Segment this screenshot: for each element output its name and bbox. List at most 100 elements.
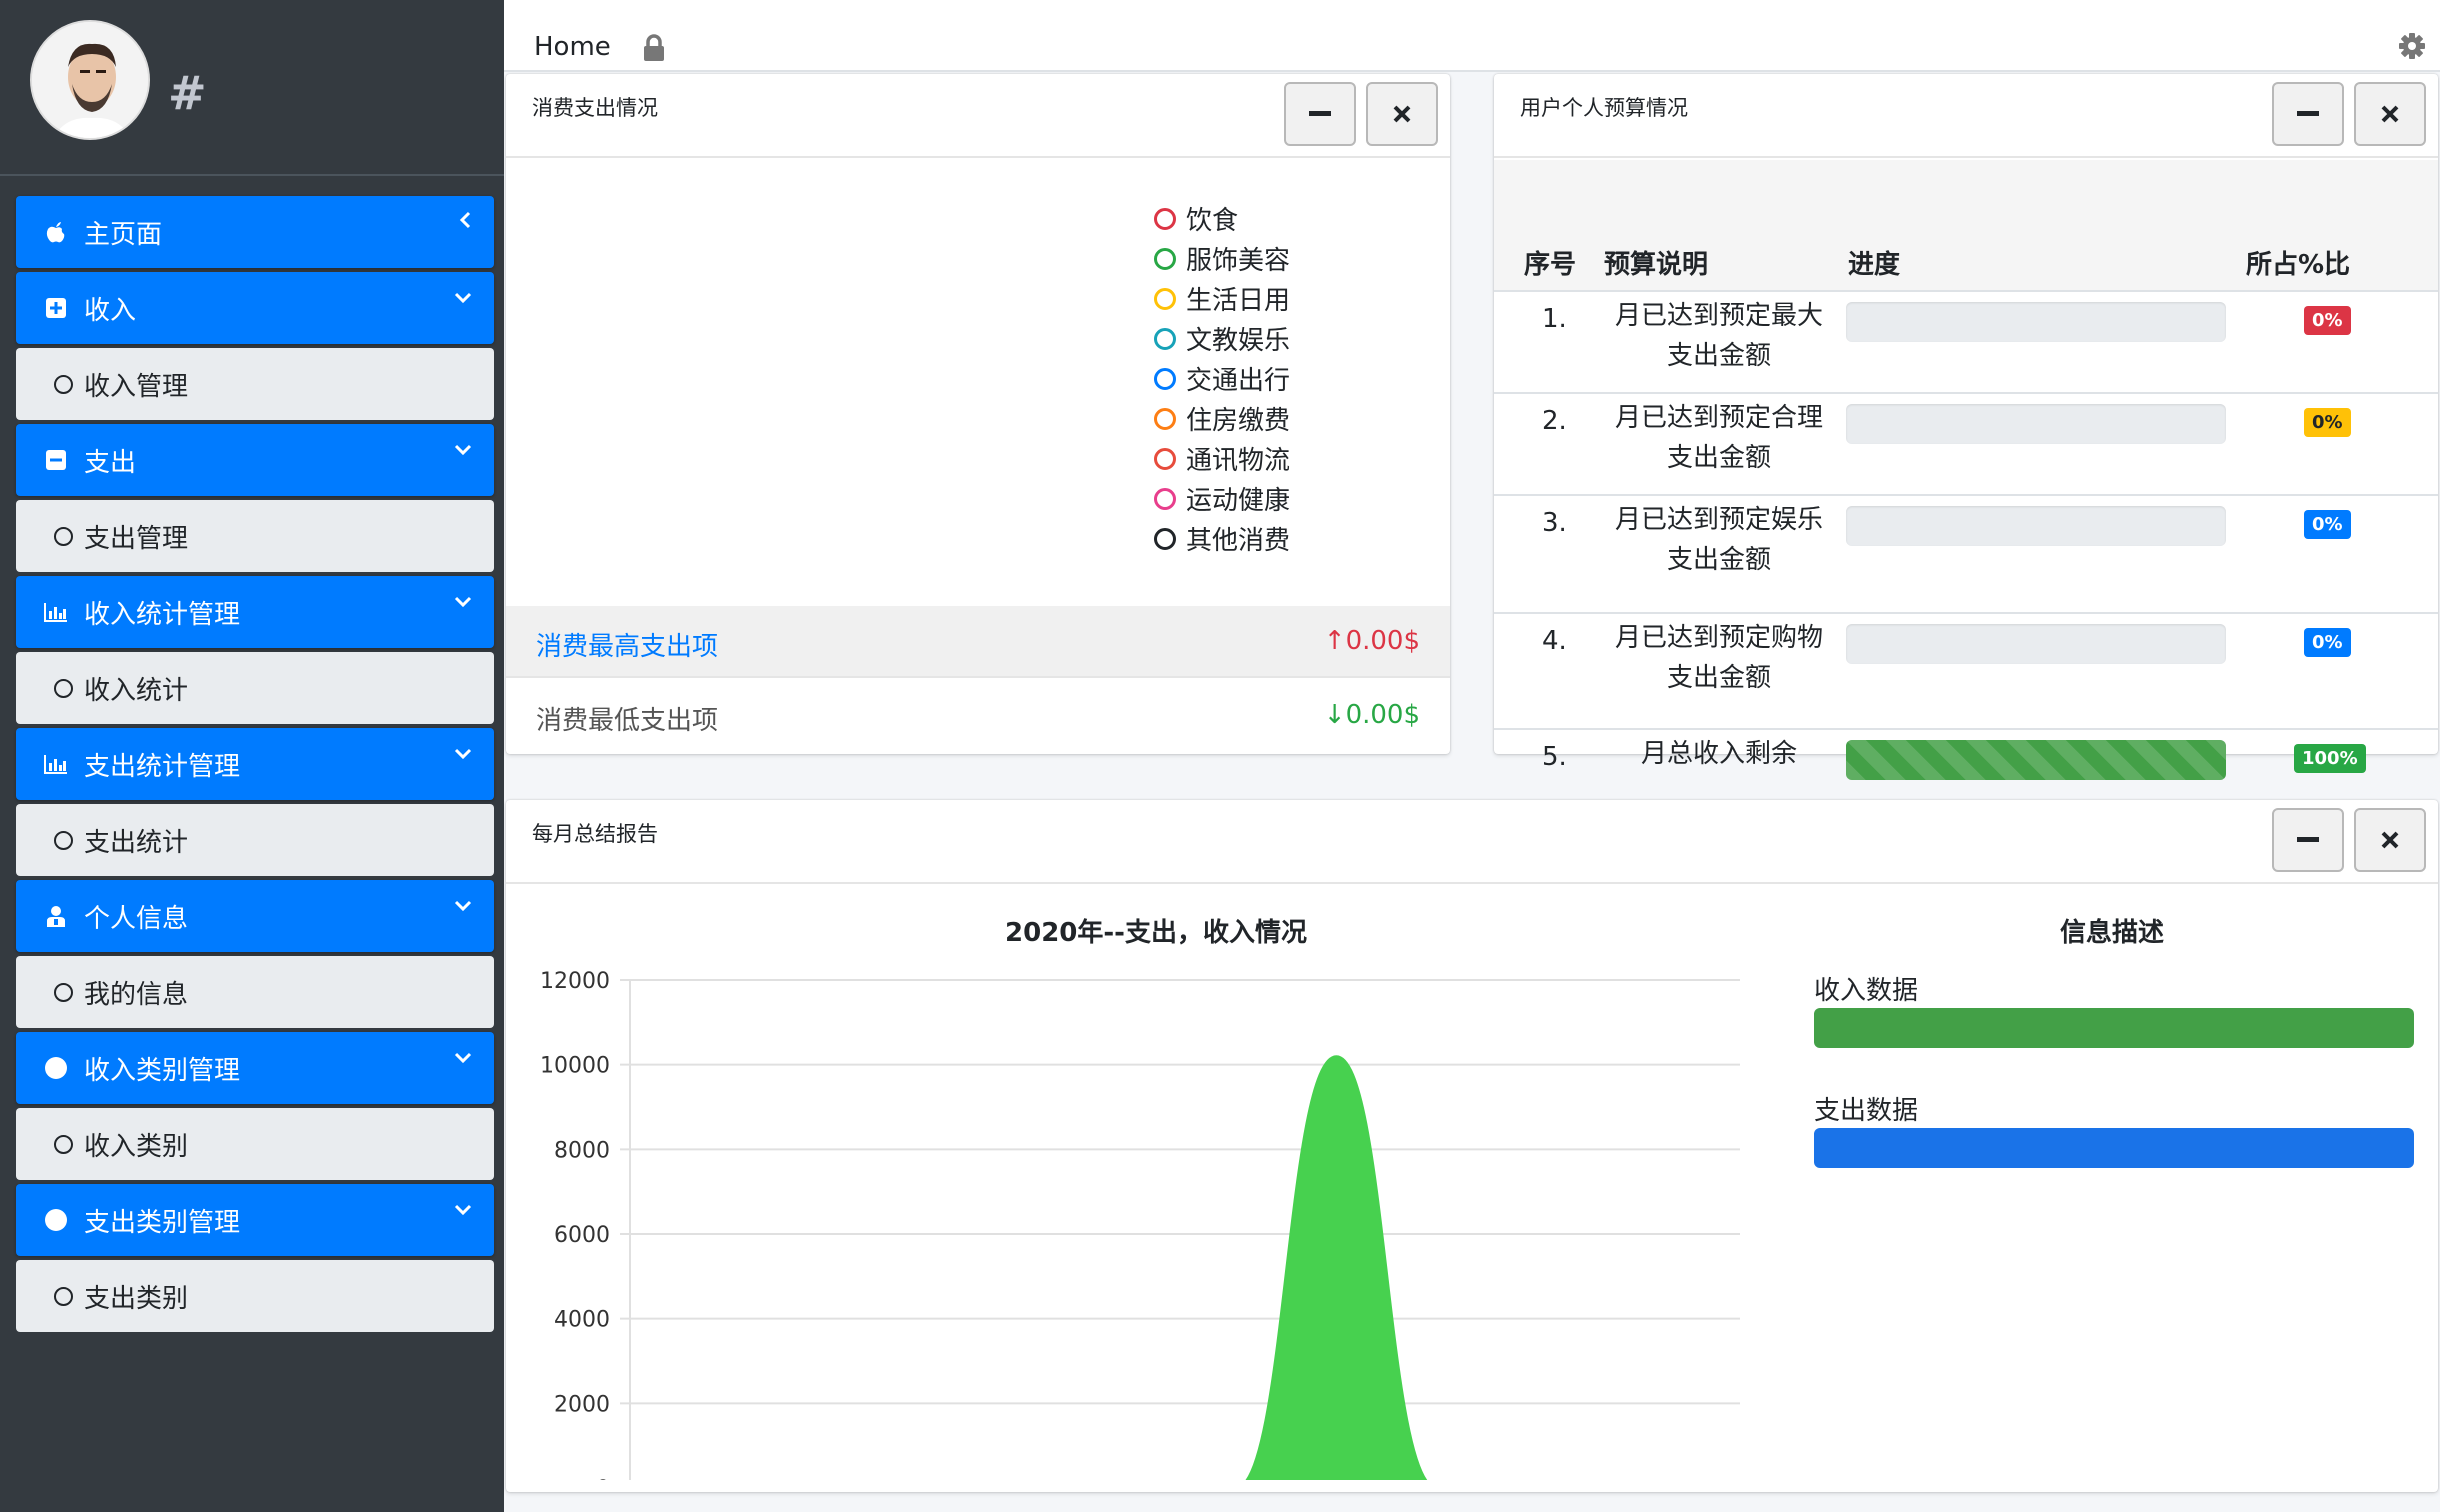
sidebar-item-10[interactable]: 我的信息 — [16, 956, 494, 1028]
circle-outline-icon — [52, 1134, 74, 1154]
legend-item[interactable]: 交通出行 — [1154, 360, 1290, 397]
legend-label: 通讯物流 — [1186, 446, 1291, 476]
sidebar-item-6[interactable]: 收入统计 — [16, 652, 494, 724]
sidebar-item-label: 个人信息 — [84, 903, 189, 934]
lowest-expense-label[interactable]: 消费最低支出项 — [536, 700, 718, 737]
legend-circle-icon — [1154, 327, 1176, 350]
row-number: 1. — [1542, 304, 1567, 334]
row-number: 4. — [1542, 626, 1567, 656]
sidebar-item-3[interactable]: 支出 — [16, 424, 494, 496]
legend-label: 住房缴费 — [1186, 406, 1291, 436]
arrow-down-icon: ↓ — [1323, 700, 1346, 730]
area-chart: 0200040006000800010000120001月2月3月4月5月6月7… — [540, 969, 1740, 1480]
lowest-expense-row: 消费最低支出项 ↓0.00$ — [506, 680, 1450, 752]
chevron-left-icon[interactable] — [458, 210, 472, 234]
close-icon — [2381, 105, 2399, 123]
circle-filled-icon — [42, 1209, 70, 1231]
legend-item[interactable]: 文教娱乐 — [1154, 320, 1290, 357]
legend-label: 文教娱乐 — [1186, 326, 1291, 356]
chevron-down-icon[interactable] — [454, 286, 472, 310]
legend-label: 饮食 — [1186, 206, 1239, 236]
consumption-card: 消费支出情况 饮食 服饰美容 生活日用 文教娱乐 交通出行 住房缴费 通讯物流 运动健康 其他消… — [506, 74, 1450, 754]
collapse-button[interactable] — [2272, 82, 2344, 146]
sidebar-item-1[interactable]: 收入 — [16, 272, 494, 344]
legend-item[interactable]: 通讯物流 — [1154, 440, 1290, 477]
bar-chart-icon — [42, 602, 70, 622]
sidebar-item-label: 支出类别管理 — [84, 1207, 241, 1238]
user-panel: # — [0, 0, 504, 176]
progress-bar — [1846, 624, 2226, 664]
sidebar-item-label: 支出 — [84, 447, 137, 478]
sidebar-item-label: 支出管理 — [84, 523, 189, 554]
collapse-button[interactable] — [2272, 808, 2344, 872]
close-button[interactable] — [2354, 808, 2426, 872]
close-button[interactable] — [2354, 82, 2426, 146]
legend-item[interactable]: 服饰美容 — [1154, 240, 1290, 277]
sidebar-item-9[interactable]: 个人信息 — [16, 880, 494, 952]
highest-expense-label[interactable]: 消费最高支出项 — [536, 626, 718, 663]
y-tick-label: 10000 — [540, 1054, 610, 1079]
legend-item[interactable]: 饮食 — [1154, 200, 1238, 237]
legend-item[interactable]: 生活日用 — [1154, 280, 1290, 317]
lock-icon[interactable] — [642, 34, 666, 66]
chevron-down-icon[interactable] — [454, 1046, 472, 1070]
progress-bar — [1846, 404, 2226, 444]
user-name[interactable]: # — [168, 66, 207, 120]
income-data-bar — [1814, 1008, 2414, 1048]
avatar[interactable] — [30, 20, 150, 140]
row-description: 月总收入剩余 — [1640, 739, 1797, 769]
user-icon — [42, 905, 70, 927]
chevron-down-icon[interactable] — [454, 438, 472, 462]
sidebar-item-14[interactable]: 支出类别 — [16, 1260, 494, 1332]
circle-outline-icon — [52, 982, 74, 1002]
legend-circle-icon — [1154, 407, 1176, 430]
chevron-down-icon[interactable] — [454, 590, 472, 614]
sidebar-item-label: 收入管理 — [84, 371, 189, 402]
sidebar-item-2[interactable]: 收入管理 — [16, 348, 494, 420]
info-title: 信息描述 — [2059, 918, 2164, 948]
percent-badge: 0% — [2304, 628, 2351, 657]
y-tick-label: 6000 — [554, 1223, 610, 1248]
sidebar-item-7[interactable]: 支出统计管理 — [16, 728, 494, 800]
sidebar-item-0[interactable]: 主页面 — [16, 196, 494, 268]
th-progress: 进度 — [1848, 250, 1901, 280]
legend-item[interactable]: 运动健康 — [1154, 480, 1290, 517]
sidebar-item-11[interactable]: 收入类别管理 — [16, 1032, 494, 1104]
chevron-down-icon[interactable] — [454, 1198, 472, 1222]
row-divider — [1494, 392, 2438, 394]
sidebar-item-5[interactable]: 收入统计管理 — [16, 576, 494, 648]
row-description: 月已达到预定最大支出金额 — [1614, 301, 1823, 371]
sidebar-item-8[interactable]: 支出统计 — [16, 804, 494, 876]
sidebar-item-4[interactable]: 支出管理 — [16, 500, 494, 572]
legend-item[interactable]: 住房缴费 — [1154, 400, 1290, 437]
sidebar-item-12[interactable]: 收入类别 — [16, 1108, 494, 1180]
close-button[interactable] — [1366, 82, 1438, 146]
highest-expense-row: 消费最高支出项 ↑0.00$ — [506, 606, 1450, 678]
home-link[interactable]: Home — [534, 32, 611, 62]
series-line-0 — [1245, 1055, 1428, 1480]
th-number: 序号 — [1524, 250, 1577, 280]
series-area-0 — [1246, 1056, 1427, 1480]
sidebar-item-label: 主页面 — [84, 219, 163, 250]
th-percent: 所占%比 — [2246, 250, 2351, 280]
row-divider — [1494, 290, 2438, 292]
income-data-label: 收入数据 — [1814, 976, 1919, 1006]
sidebar-item-13[interactable]: 支出类别管理 — [16, 1184, 494, 1256]
legend-circle-icon — [1154, 247, 1176, 270]
collapse-button[interactable] — [1284, 82, 1356, 146]
y-tick-label: 4000 — [554, 1308, 610, 1333]
card-header: 用户个人预算情况 — [1494, 74, 2438, 158]
sidebar-item-label: 支出统计 — [84, 827, 189, 858]
sidebar-item-label: 收入 — [84, 295, 137, 326]
sidebar-item-label: 收入类别管理 — [84, 1055, 241, 1086]
sidebar-item-label: 收入类别 — [84, 1131, 189, 1162]
row-divider — [1494, 612, 2438, 614]
gear-icon[interactable] — [2398, 32, 2426, 64]
chevron-down-icon[interactable] — [454, 894, 472, 918]
legend-label: 服饰美容 — [1186, 246, 1291, 276]
circle-filled-icon — [42, 1057, 70, 1079]
legend-circle-icon — [1154, 447, 1176, 470]
legend-item[interactable]: 其他消费 — [1154, 520, 1290, 557]
chevron-down-icon[interactable] — [454, 742, 472, 766]
minus-icon — [2297, 111, 2319, 116]
